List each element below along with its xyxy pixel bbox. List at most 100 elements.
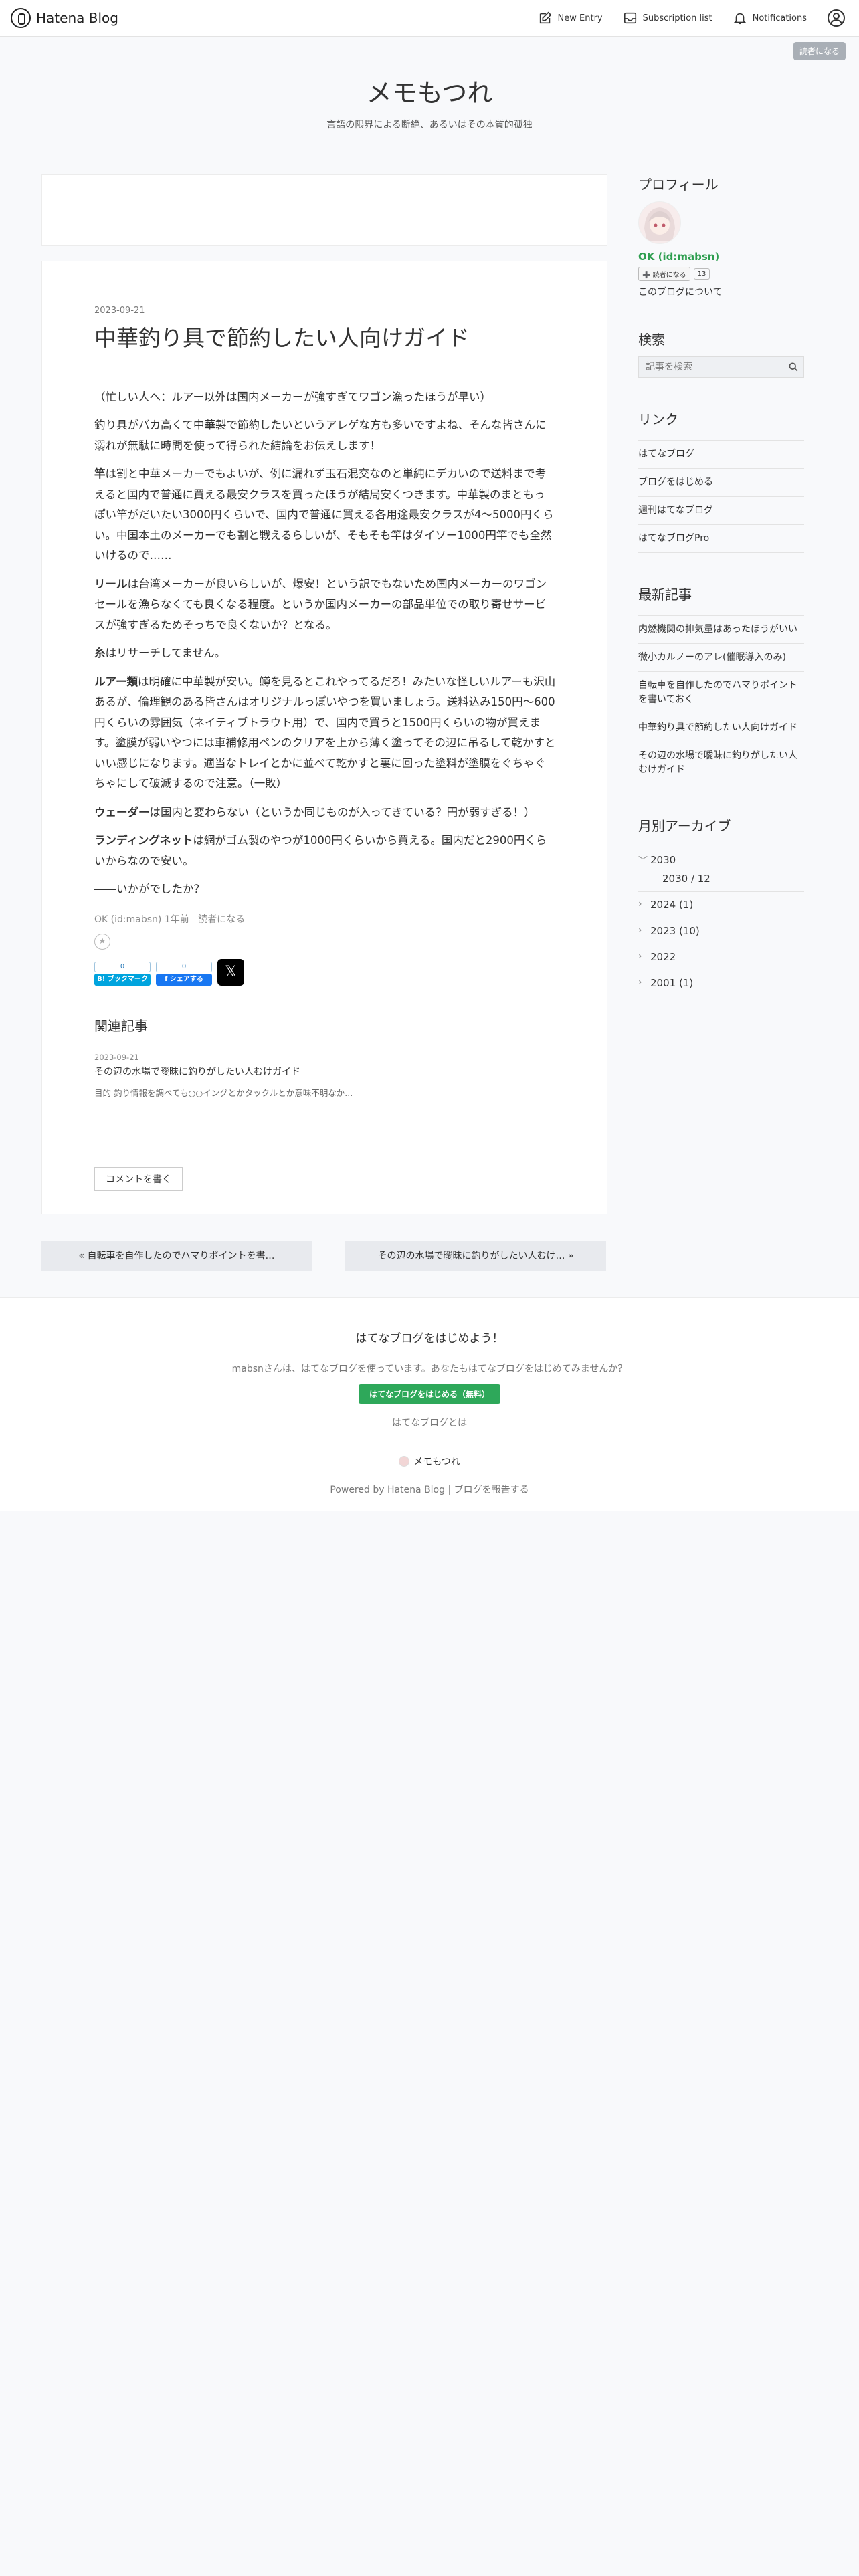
ad-area: [41, 174, 607, 246]
recent-list: 内燃機関の排気量はあったほうがいい 微小カルノーのアレ(催眠導入のみ) 自転車を…: [638, 615, 804, 784]
entry-term: 竿: [94, 467, 106, 481]
recent-item[interactable]: その辺の水場で曖昧に釣りがしたい人むけガイド: [638, 742, 804, 784]
subscription-list-button[interactable]: Subscription list: [623, 11, 712, 25]
entry-text: は割と中華メーカーでもよいが、例に漏れず玉石混交なのと単純にデカいので送料まで考…: [94, 467, 554, 562]
user-account-icon[interactable]: [827, 9, 846, 27]
write-comment-button[interactable]: コメントを書く: [94, 1167, 183, 1191]
footer-text: mabsnさんは、はてなブログを使っています。あなたもはてなブログをはじめてみま…: [231, 1364, 628, 1374]
blog-description: 言語の限界による断絶、あるいはその本質的孤独: [326, 120, 533, 130]
footer-heading: はてなブログをはじめよう！: [355, 1332, 504, 1346]
inbox-icon: [624, 12, 636, 24]
bell-icon: [733, 13, 746, 25]
entry-title[interactable]: 中華釣り具で節約したい人向けガイド: [94, 324, 556, 354]
link-item[interactable]: はてなブログ: [638, 441, 804, 469]
profile-heading: プロフィール: [638, 177, 719, 193]
start-blog-button[interactable]: はてなブログをはじめる（無料）: [358, 1384, 500, 1404]
sidebar: プロフィール OK (id:mabsn) ➕ 読者になる 13 このブログについ…: [638, 174, 804, 996]
pager-next-link[interactable]: その辺の水場で曖昧に釣りがしたい人むけ… »: [345, 1241, 606, 1271]
entry-text: は国内と変わらない（というか同じものが入ってきている？円が弱すぎる！）: [149, 805, 535, 819]
search-box: [638, 356, 804, 378]
entry-term: リール: [94, 577, 128, 591]
related-heading: 関連記事: [94, 1015, 556, 1043]
pencil-square-icon: [539, 11, 551, 24]
chevron-right-icon[interactable]: ›: [638, 977, 642, 988]
link-item[interactable]: ブログをはじめる: [638, 469, 804, 497]
archive-list: ﹀ 2030 2030 / 12 › 2024 (1) › 2023 (10) › 20…: [638, 847, 804, 996]
archive-year[interactable]: › 2001 (1): [638, 970, 804, 996]
anime-avatar-icon: [639, 202, 680, 243]
entry-paragraph: ルアー類は明確に中華製が安い。鱒を見るとこれやってるだろ！みたいな怪しいルアーも…: [94, 672, 556, 794]
profile-actions: ➕ 読者になる 13: [638, 267, 804, 281]
new-entry-button[interactable]: New Entry: [538, 11, 603, 25]
link-item[interactable]: 週刊はてなブログ: [638, 497, 804, 525]
archive-label: 2022: [650, 951, 676, 963]
entry-paragraph: 釣り具がバカ高くて中華製で節約したいというアレゲな方も多いですよね、そんな皆さん…: [94, 419, 547, 452]
entry-text: は明確に中華製が安い。鱒を見るとこれやってるだろ！みたいな怪しいルアーも沢山ある…: [94, 675, 556, 790]
archive-label: 2001 (1): [650, 977, 694, 989]
search-icon[interactable]: [789, 362, 798, 372]
archive-year[interactable]: › 2022: [638, 944, 804, 970]
search-input[interactable]: [644, 361, 789, 373]
archive-label: 2023 (10): [650, 925, 700, 937]
entry-time[interactable]: 1年前: [165, 914, 189, 925]
recent-item[interactable]: 内燃機関の排気量はあったほうがいい: [638, 616, 804, 644]
hatena-blog-logo[interactable]: Hatena Blog: [11, 7, 118, 29]
facebook-share-button[interactable]: 0 f シェアする: [156, 961, 212, 986]
entry-text: はリサーチしてません。: [105, 647, 226, 660]
archive-year[interactable]: › 2024 (1): [638, 892, 804, 918]
archive-year[interactable]: › 2023 (10): [638, 918, 804, 944]
profile-name[interactable]: OK (id:mabsn): [638, 251, 804, 263]
link-item[interactable]: はてなブログPro: [638, 525, 804, 553]
entry-body: （忙しい人へ：ルアー以外は国内メーカーが強すぎてワゴン漁ったほうが早い） 釣り具…: [94, 387, 556, 900]
about-hatena-link[interactable]: はてなブログとは: [0, 1416, 859, 1429]
global-header: Hatena Blog New Entry Subscription list …: [0, 0, 859, 37]
entry-date[interactable]: 2023-09-21: [94, 306, 556, 316]
related-title[interactable]: その辺の水場で曖昧に釣りがしたい人むけガイド: [94, 1065, 556, 1078]
recent-item[interactable]: 自転車を自作したのでハマりポイントを書いておく: [638, 672, 804, 714]
links-list: はてなブログ ブログをはじめる 週刊はてなブログ はてなブログPro: [638, 440, 804, 553]
logo-text: Hatena Blog: [36, 10, 118, 26]
subscribe-badge-button[interactable]: 読者になる: [793, 42, 846, 60]
archive-label: 2024 (1): [650, 899, 694, 911]
blog-avatar-icon: [399, 1456, 410, 1467]
archive-month[interactable]: 2030 / 12: [638, 873, 804, 891]
footer-blog-link[interactable]: メモもつれ: [0, 1455, 859, 1468]
entry-term: 糸: [94, 647, 106, 660]
chevron-right-icon[interactable]: ›: [638, 951, 642, 962]
entry-content: 2023-09-21 中華釣り具で節約したい人向けガイド （忙しい人へ：ルアー以…: [94, 306, 556, 1099]
footer-blog-name: メモもつれ: [413, 1457, 460, 1467]
entry-author[interactable]: OK (id:mabsn): [94, 914, 161, 925]
archive-year[interactable]: ﹀ 2030: [638, 847, 804, 873]
about-blog-link[interactable]: このブログについて: [638, 285, 804, 298]
entry-paragraph: リールは台湾メーカーが良いらしいが、爆安！という訳でもないため国内メーカーのワゴ…: [94, 574, 556, 636]
x-share-button[interactable]: 𝕏: [217, 958, 244, 986]
notifications-label: Notifications: [752, 13, 807, 23]
new-entry-label: New Entry: [557, 13, 603, 23]
entry-subscribe-link[interactable]: 読者になる: [198, 914, 245, 925]
pager-prev-link[interactable]: « 自転車を自作したのでハマりポイントを書…: [41, 1241, 312, 1271]
entry-paragraph: ウェーダーは国内と変わらない（というか同じものが入ってきている？円が弱すぎる！）: [94, 802, 556, 823]
chevron-down-icon[interactable]: ﹀: [638, 854, 648, 867]
recent-item[interactable]: 微小カルノーのアレ(催眠導入のみ): [638, 644, 804, 672]
notifications-button[interactable]: Notifications: [733, 11, 807, 25]
entry-paragraph: （忙しい人へ：ルアー以外は国内メーカーが強すぎてワゴン漁ったほうが早い）: [94, 390, 492, 403]
entry-footer: OK (id:mabsn) 1年前 読者になる: [94, 912, 556, 926]
chevron-right-icon[interactable]: ›: [638, 925, 642, 936]
add-star-icon[interactable]: ★: [94, 933, 110, 950]
entry-term: ランディングネット: [94, 834, 193, 847]
blog-title[interactable]: メモもつれ: [0, 72, 859, 109]
entry-text: は台湾メーカーが良いらしいが、爆安！という訳でもないため国内メーカーのワゴンセー…: [94, 577, 547, 631]
sidebar-subscribe-button[interactable]: ➕ 読者になる: [638, 267, 690, 281]
hatena-bookmark-button[interactable]: 0 B! ブックマーク: [94, 961, 151, 986]
x-logo-icon: 𝕏: [225, 964, 237, 981]
archive-heading: 月別アーカイブ: [638, 818, 731, 834]
powered-by[interactable]: Powered by Hatena Blog | ブログを報告する: [0, 1483, 859, 1496]
bookmark-label: B! ブックマーク: [94, 973, 151, 986]
recent-item[interactable]: 中華釣り具で節約したい人向けガイド: [638, 714, 804, 742]
chevron-right-icon[interactable]: ›: [638, 899, 642, 909]
entry-term: ルアー類: [94, 675, 138, 688]
share-count: 0: [156, 961, 212, 972]
footer: はてなブログをはじめよう！ mabsnさんは、はてなブログを使っています。あなた…: [0, 1297, 859, 1511]
profile-avatar[interactable]: [638, 201, 681, 244]
related-entry[interactable]: 2023-09-21 その辺の水場で曖昧に釣りがしたい人むけガイド 目的 釣り情…: [94, 1053, 556, 1099]
